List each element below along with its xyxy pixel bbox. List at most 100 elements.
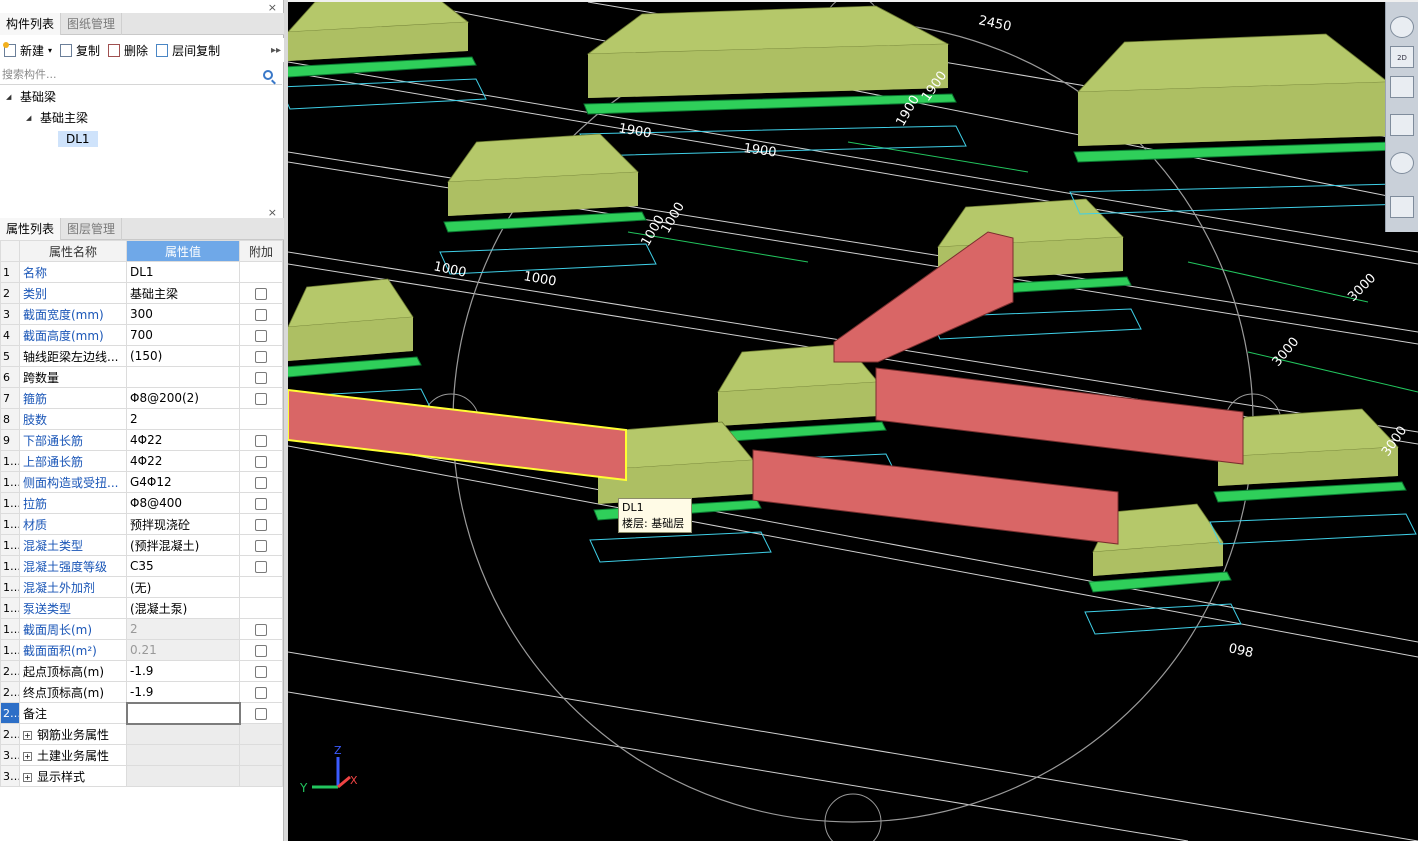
extra-checkbox[interactable] xyxy=(255,686,267,699)
property-row[interactable]: 20 起点顶标高(m) -1.9 xyxy=(0,660,283,682)
delete-button[interactable]: 删除 xyxy=(104,39,152,61)
property-row[interactable]: 13 材质 预拌现浇砼 xyxy=(0,513,283,535)
property-group-row[interactable]: 23 + 钢筋业务属性 xyxy=(0,723,283,745)
search-input[interactable] xyxy=(0,68,258,81)
extra-checkbox[interactable] xyxy=(255,476,267,489)
extra-checkbox[interactable] xyxy=(255,623,267,636)
cube-view-icon[interactable] xyxy=(1390,76,1414,98)
property-row[interactable]: 7 箍筋 Φ8@200(2) xyxy=(0,387,283,409)
model-scene[interactable]: 245019001900190019001000 1000100010003000… xyxy=(288,2,1418,841)
property-value[interactable]: -1.9 xyxy=(126,660,240,682)
search-icon[interactable] xyxy=(263,69,273,80)
box-view-icon[interactable] xyxy=(1390,114,1414,136)
property-row[interactable]: 2 类别 基础主梁 xyxy=(0,282,283,304)
property-row[interactable]: 14 混凝土类型 (预拌混凝土) xyxy=(0,534,283,556)
tree-node-dl1[interactable]: DL1 xyxy=(0,128,282,149)
property-name: 轴线距梁左边线... xyxy=(19,345,127,367)
property-value[interactable]: 0.21 xyxy=(126,639,240,661)
property-value[interactable]: (150) xyxy=(126,345,240,367)
extra-checkbox[interactable] xyxy=(255,707,268,720)
new-button[interactable]: 新建 ▾ xyxy=(0,39,56,61)
extra-checkbox[interactable] xyxy=(255,371,267,384)
property-value[interactable]: 2 xyxy=(126,618,240,640)
extra-checkbox[interactable] xyxy=(255,455,267,468)
chevron-down-icon[interactable]: ▾ xyxy=(48,46,52,55)
toolbar-overflow-icon[interactable]: ▸▸ xyxy=(271,45,281,56)
property-row[interactable]: 22 备注 xyxy=(0,701,283,725)
property-value[interactable]: (混凝土泵) xyxy=(126,597,240,619)
property-row[interactable]: 15 混凝土强度等级 C35 xyxy=(0,555,283,577)
extra-checkbox[interactable] xyxy=(255,539,267,552)
property-value[interactable]: (无) xyxy=(126,576,240,598)
display-settings-icon[interactable] xyxy=(1390,196,1414,218)
property-value[interactable]: 4Φ22 xyxy=(126,450,240,472)
property-value[interactable]: C35 xyxy=(126,555,240,577)
property-row[interactable]: 1 名称 DL1 xyxy=(0,261,283,283)
view-2d-button[interactable]: 2D xyxy=(1390,46,1414,68)
copy-button[interactable]: 复制 xyxy=(56,39,104,61)
tab-property-list[interactable]: 属性列表 xyxy=(0,218,62,240)
collapse-icon[interactable]: ◢ xyxy=(6,93,16,101)
property-value[interactable]: Φ8@400 xyxy=(126,492,240,514)
property-row[interactable]: 11 侧面构造或受扭... G4Φ12 xyxy=(0,471,283,493)
tree-node-main-beam[interactable]: ◢ 基础主梁 xyxy=(0,107,282,128)
property-row[interactable]: 19 截面面积(m²) 0.21 xyxy=(0,639,283,661)
extra-checkbox[interactable] xyxy=(255,434,267,447)
column-header-name[interactable]: 属性名称 xyxy=(19,240,127,262)
property-value[interactable]: Φ8@200(2) xyxy=(126,387,240,409)
expand-icon[interactable]: + xyxy=(23,772,32,782)
extra-checkbox[interactable] xyxy=(255,665,267,678)
property-row[interactable]: 4 截面高度(mm) 700 xyxy=(0,324,283,346)
tab-drawing-management[interactable]: 图纸管理 xyxy=(61,13,123,35)
property-row[interactable]: 3 截面宽度(mm) 300 xyxy=(0,303,283,325)
property-row[interactable]: 12 拉筋 Φ8@400 xyxy=(0,492,283,514)
property-row[interactable]: 17 泵送类型 (混凝土泵) xyxy=(0,597,283,619)
property-value[interactable]: 2 xyxy=(126,408,240,430)
extra-checkbox[interactable] xyxy=(255,644,267,657)
property-row[interactable]: 16 混凝土外加剂 (无) xyxy=(0,576,283,598)
extra-checkbox[interactable] xyxy=(255,392,267,405)
property-row[interactable]: 18 截面周长(m) 2 xyxy=(0,618,283,640)
property-value[interactable]: -1.9 xyxy=(126,681,240,703)
orbit-globe-icon[interactable] xyxy=(1390,16,1414,38)
property-row[interactable]: 5 轴线距梁左边线... (150) xyxy=(0,345,283,367)
extra-checkbox[interactable] xyxy=(255,518,267,531)
floor-copy-button[interactable]: 层间复制 xyxy=(152,39,224,61)
close-property-panel-icon[interactable]: × xyxy=(268,207,277,218)
property-row[interactable]: 21 终点顶标高(m) -1.9 xyxy=(0,681,283,703)
tree-node-foundation-beam[interactable]: ◢ 基础梁 xyxy=(0,86,282,107)
property-value[interactable]: (预拌混凝土) xyxy=(126,534,240,556)
property-value[interactable]: 4Φ22 xyxy=(126,429,240,451)
extra-checkbox[interactable] xyxy=(255,287,267,300)
property-row[interactable]: 10 上部通长筋 4Φ22 xyxy=(0,450,283,472)
column-header-extra[interactable]: 附加 xyxy=(239,240,283,262)
close-component-panel-icon[interactable]: × xyxy=(268,2,277,13)
expand-icon[interactable]: + xyxy=(23,751,32,761)
expand-icon[interactable]: + xyxy=(23,730,32,740)
property-row[interactable]: 6 跨数量 xyxy=(0,366,283,388)
property-group-row[interactable]: 34 + 土建业务属性 xyxy=(0,744,283,766)
extra-checkbox[interactable] xyxy=(255,497,267,510)
property-group-row[interactable]: 38 + 显示样式 xyxy=(0,765,283,787)
property-row[interactable]: 8 肢数 2 xyxy=(0,408,283,430)
rotate-icon[interactable] xyxy=(1390,152,1414,174)
row-index: 20 xyxy=(0,660,20,682)
collapse-icon[interactable]: ◢ xyxy=(26,114,36,122)
extra-checkbox[interactable] xyxy=(255,560,267,573)
property-value[interactable]: G4Φ12 xyxy=(126,471,240,493)
extra-checkbox[interactable] xyxy=(255,350,267,363)
tab-component-list[interactable]: 构件列表 xyxy=(0,13,62,35)
property-value[interactable]: 预拌现浇砼 xyxy=(126,513,240,535)
3d-viewport[interactable]: 2450 1900 1900 1900 1900 1000 1000 1000 1000 3000… xyxy=(288,2,1418,841)
tab-layer-management[interactable]: 图层管理 xyxy=(61,218,123,240)
property-value[interactable]: 基础主梁 xyxy=(126,282,240,304)
property-value[interactable]: DL1 xyxy=(126,261,240,283)
property-value[interactable] xyxy=(125,701,241,725)
property-value[interactable]: 700 xyxy=(126,324,240,346)
column-header-value[interactable]: 属性值 xyxy=(126,240,240,262)
extra-checkbox[interactable] xyxy=(255,308,267,321)
property-value[interactable]: 300 xyxy=(126,303,240,325)
property-value[interactable] xyxy=(126,366,240,388)
extra-checkbox[interactable] xyxy=(255,329,267,342)
property-row[interactable]: 9 下部通长筋 4Φ22 xyxy=(0,429,283,451)
